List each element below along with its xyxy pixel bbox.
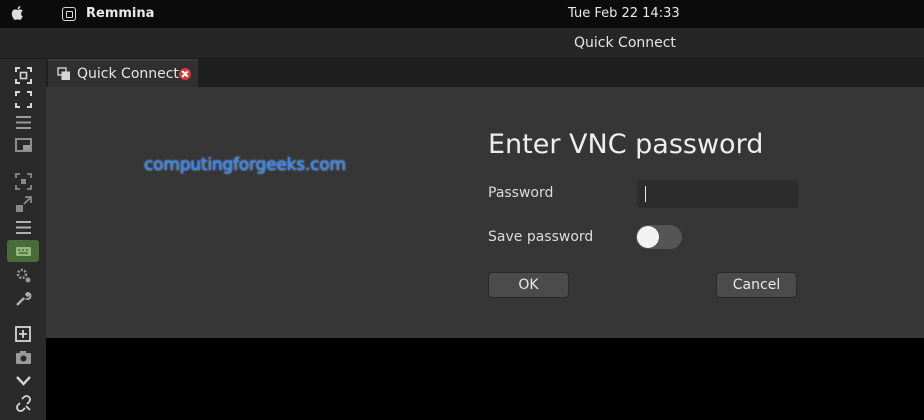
remmina-toolbar — [0, 59, 46, 420]
tools-icon — [15, 291, 31, 306]
tab-quick-connect[interactable]: Quick Connect — [48, 59, 198, 87]
scale-button[interactable] — [7, 193, 39, 215]
tab-label: Quick Connect — [77, 66, 179, 82]
tab-strip: Quick Connect — [46, 59, 924, 87]
save-password-toggle[interactable] — [636, 225, 682, 249]
cancel-button[interactable]: Cancel — [716, 272, 797, 298]
minimize-icon — [15, 375, 31, 386]
fit-window-icon — [14, 90, 32, 108]
watermark-text: computingforgeeks.com — [144, 155, 346, 175]
keyboard-grab-icon — [15, 246, 31, 256]
window-title-bar: Quick Connect — [0, 28, 924, 59]
tools-button[interactable] — [7, 287, 39, 309]
dialog-title: Enter VNC password — [488, 129, 764, 160]
fit-window-button[interactable] — [7, 88, 39, 110]
fullscreen-toggle-icon — [14, 66, 32, 84]
password-field[interactable] — [637, 180, 798, 208]
screenshot-icon — [15, 350, 31, 364]
fullscreen-toggle-button[interactable] — [7, 64, 39, 86]
menu-list-button[interactable] — [7, 216, 39, 238]
scale-icon — [15, 195, 32, 212]
connection-view: computingforgeeks.com Enter VNC password… — [46, 87, 924, 338]
dynamic-resolution-button[interactable] — [7, 170, 39, 192]
password-label: Password — [488, 185, 554, 201]
text-cursor — [645, 186, 646, 202]
menu-lines-icon — [15, 115, 31, 129]
system-top-bar: Remmina Tue Feb 22 14:33 — [0, 0, 924, 28]
close-tab-icon[interactable] — [179, 68, 191, 80]
preferences-button[interactable] — [7, 264, 39, 286]
app-name[interactable]: Remmina — [86, 6, 154, 21]
connection-tab-icon — [57, 67, 70, 80]
minimize-button[interactable] — [7, 369, 39, 391]
apple-logo-icon[interactable] — [10, 4, 26, 22]
preferences-icon — [16, 268, 30, 282]
multi-monitor-icon — [14, 137, 32, 152]
duplicate-button[interactable] — [7, 323, 39, 345]
ok-button[interactable]: OK — [488, 272, 569, 298]
disconnect-icon — [15, 394, 31, 412]
remmina-app-icon — [62, 7, 76, 21]
menu-lines-button[interactable] — [7, 111, 39, 133]
duplicate-icon — [14, 325, 31, 342]
window-title: Quick Connect — [574, 35, 676, 51]
dynamic-resolution-icon — [14, 172, 32, 190]
save-password-label: Save password — [488, 229, 594, 245]
multi-monitor-button[interactable] — [7, 134, 39, 156]
screenshot-button[interactable] — [7, 346, 39, 368]
keyboard-grab-button[interactable] — [7, 240, 39, 262]
menu-list-icon — [15, 220, 31, 234]
clock[interactable]: Tue Feb 22 14:33 — [568, 6, 680, 21]
disconnect-button[interactable] — [7, 392, 39, 414]
toggle-knob — [637, 226, 659, 248]
remote-display-area[interactable] — [46, 338, 924, 420]
